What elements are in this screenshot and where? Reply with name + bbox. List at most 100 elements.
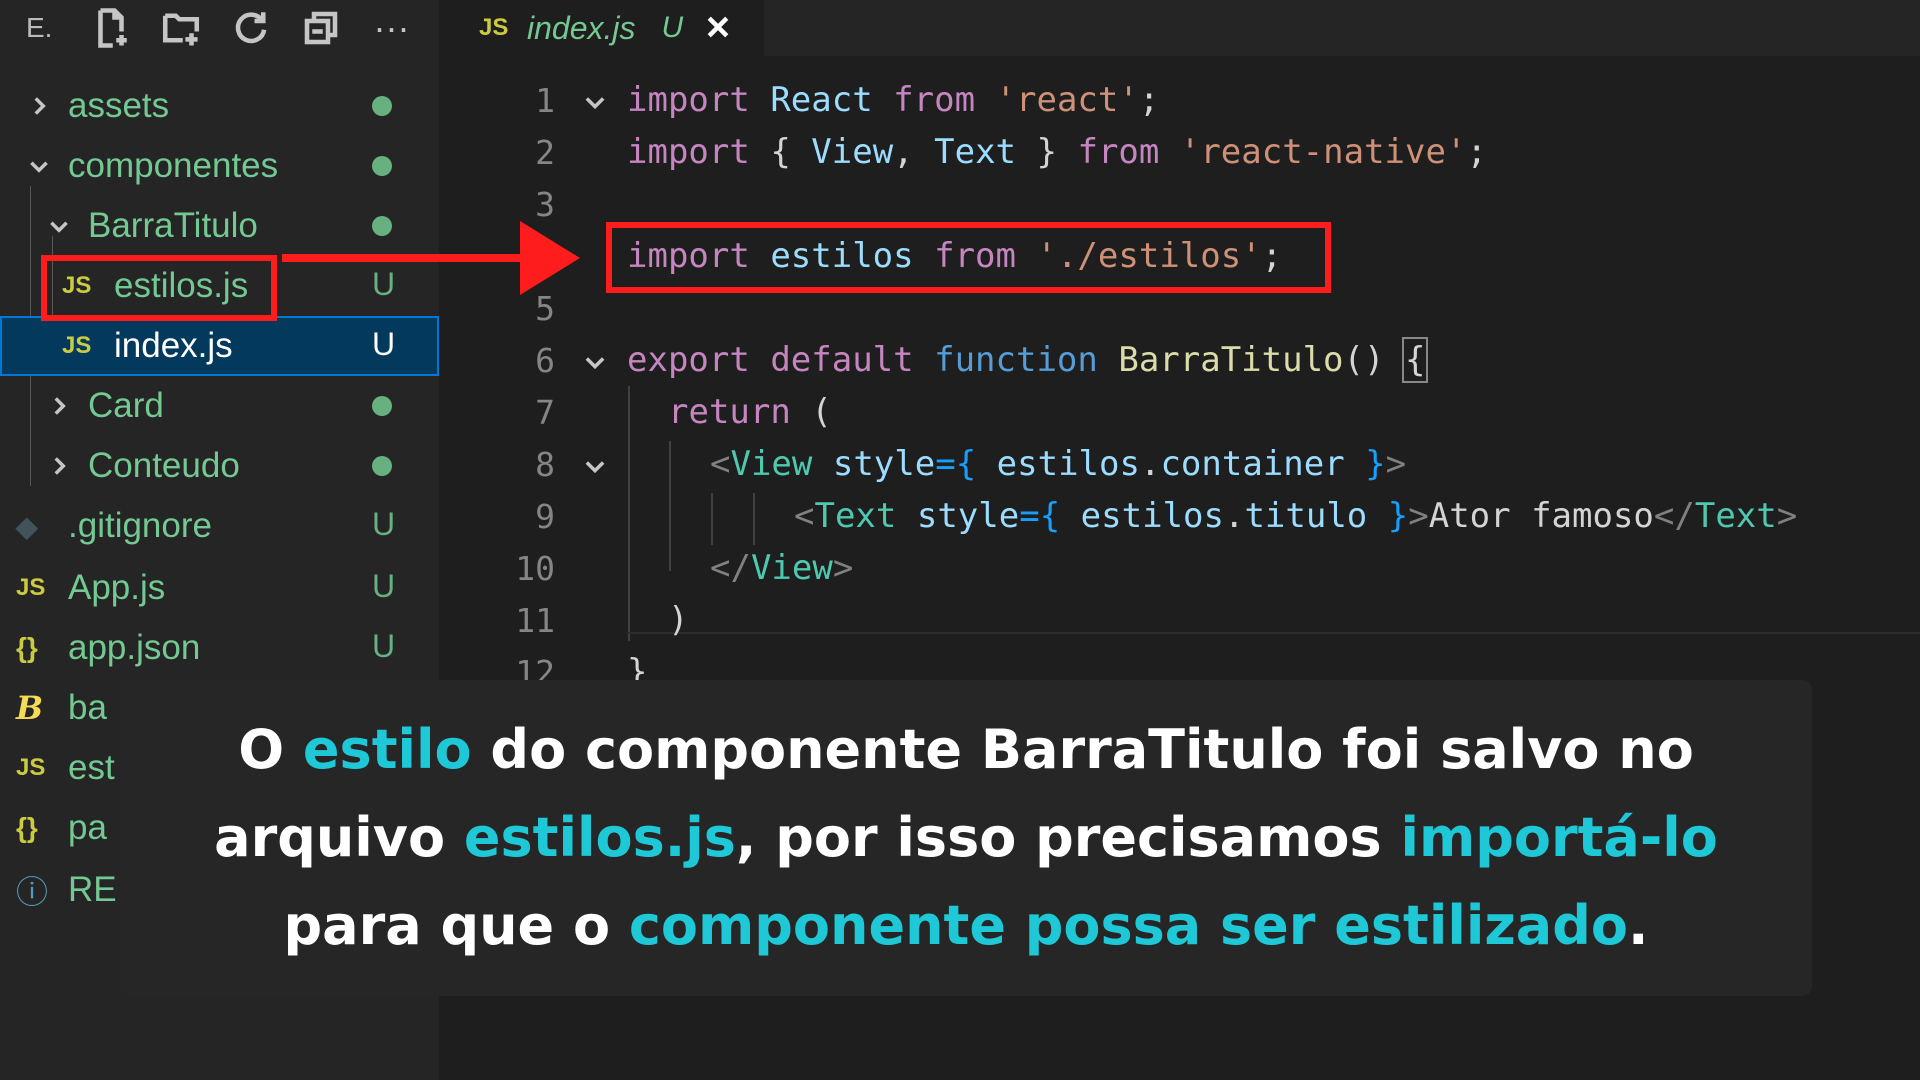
caption-text: do componente BarraTitulo foi salvo no	[471, 718, 1694, 781]
close-icon[interactable]	[703, 12, 735, 44]
refresh-icon[interactable]	[228, 5, 274, 51]
caption-line-3: para que o componente possa ser estiliza…	[284, 882, 1649, 970]
untracked-status: U	[372, 568, 396, 604]
more-actions-icon[interactable]: ···	[368, 5, 414, 51]
modified-dot-icon	[372, 456, 392, 476]
code-line-2: 2 import { View, Text } from 'react-nati…	[439, 126, 1920, 178]
javascript-file-icon: JS	[62, 332, 92, 359]
tree-item-label: RE	[68, 870, 117, 909]
highlight-box-estilos-file	[41, 255, 277, 321]
tree-item-label: componentes	[68, 146, 279, 185]
new-folder-icon[interactable]	[158, 5, 204, 51]
tutorial-caption: O estilo do componente BarraTitulo foi s…	[120, 680, 1812, 996]
code-text: <Text style={ estilos.titulo }>Ator famo…	[794, 496, 1798, 536]
line-number: 2	[535, 132, 555, 172]
code-line-6: 6 export default function BarraTitulo() …	[439, 334, 1920, 386]
caption-text: .	[1627, 894, 1649, 957]
caption-text: para que o	[283, 894, 629, 957]
javascript-file-icon: JS	[16, 574, 46, 601]
caption-highlight: estilos.js	[463, 806, 736, 869]
modified-dot-icon	[372, 396, 392, 416]
tree-file-index-js[interactable]: JS index.js U	[0, 316, 439, 376]
line-number: 11	[515, 600, 555, 640]
modified-dot-icon	[372, 96, 392, 116]
code-line-10: 10 </View>	[439, 542, 1920, 594]
highlight-box-import-line	[606, 222, 1331, 293]
code-line-8: 8 <View style={ estilos.container }>	[439, 438, 1920, 490]
chevron-right-icon	[44, 391, 74, 421]
modified-dot-icon	[372, 216, 392, 236]
json-file-icon: {}	[16, 632, 38, 663]
fold-chevron-icon[interactable]	[581, 345, 611, 375]
code-text: import React from 'react';	[627, 80, 1160, 120]
code-line-7: 7 return (	[439, 386, 1920, 438]
tree-item-label: App.js	[68, 568, 166, 607]
line-number: 8	[535, 444, 555, 484]
code-editor[interactable]: 1 import React from 'react'; 2 import { …	[439, 56, 1920, 692]
caption-highlight: componente possa ser estilizado	[628, 894, 1628, 957]
modified-dot-icon	[372, 156, 392, 176]
tree-folder-barratitulo[interactable]: BarraTitulo	[0, 196, 439, 256]
code-text: export default function BarraTitulo() {	[627, 337, 1429, 383]
caption-highlight: estilo	[302, 718, 472, 781]
tree-item-label: app.json	[68, 628, 201, 667]
line-number: 1	[535, 80, 555, 120]
caption-text: , por isso precisamos	[735, 806, 1401, 869]
chevron-right-icon	[24, 91, 54, 121]
tree-item-label: Conteudo	[88, 446, 240, 485]
chevron-right-icon	[44, 451, 74, 481]
babel-file-icon: B	[16, 689, 44, 727]
tree-folder-componentes[interactable]: componentes	[0, 136, 439, 196]
code-text: import { View, Text } from 'react-native…	[627, 132, 1487, 172]
untracked-status: U	[372, 266, 396, 302]
code-text: return (	[668, 392, 832, 432]
git-file-icon: ◆	[16, 510, 38, 542]
code-text: </View>	[710, 548, 854, 588]
tab-untracked-status: U	[661, 11, 684, 44]
tree-item-label: Card	[88, 386, 164, 425]
json-file-icon: {}	[16, 812, 38, 843]
explorer-toolbar: E. ···	[0, 0, 439, 56]
tree-file-gitignore[interactable]: ◆ .gitignore U	[0, 496, 439, 556]
caption-line-1: O estilo do componente BarraTitulo foi s…	[238, 706, 1694, 794]
tab-index-js[interactable]: JS index.js U	[439, 0, 764, 56]
caption-text: arquivo	[214, 806, 464, 869]
line-number: 10	[515, 548, 555, 588]
arrow-shaft	[282, 254, 544, 262]
explorer-title: E.	[26, 12, 53, 43]
tree-item-label: est	[68, 748, 115, 787]
tree-item-label: pa	[68, 808, 107, 847]
code-line-1: 1 import React from 'react';	[439, 74, 1920, 126]
arrow-right-icon	[520, 221, 580, 295]
fold-chevron-icon[interactable]	[581, 449, 611, 479]
javascript-file-icon: JS	[479, 14, 509, 41]
tree-folder-conteudo[interactable]: Conteudo	[0, 436, 439, 496]
fold-chevron-icon[interactable]	[581, 85, 611, 115]
tab-label: index.js	[527, 9, 636, 46]
untracked-status: U	[372, 506, 396, 542]
code-text: )	[668, 600, 689, 640]
line-number: 6	[535, 340, 555, 380]
collapse-all-icon[interactable]	[298, 5, 344, 51]
tree-folder-card[interactable]: Card	[0, 376, 439, 436]
tree-file-app-json[interactable]: {} app.json U	[0, 618, 439, 678]
javascript-file-icon: JS	[16, 754, 46, 781]
info-icon: ⓘ	[16, 874, 49, 910]
line-number: 7	[535, 392, 555, 432]
tree-item-label: BarraTitulo	[88, 206, 258, 245]
chevron-down-icon	[24, 151, 54, 181]
chevron-down-icon	[44, 211, 74, 241]
editor-tabbar: JS index.js U	[439, 0, 1920, 56]
tree-item-label: ba	[68, 688, 107, 727]
new-file-icon[interactable]	[88, 5, 134, 51]
caption-line-2: arquivo estilos.js, por isso precisamos …	[214, 794, 1718, 882]
tree-file-app-js[interactable]: JS App.js U	[0, 558, 439, 618]
tree-item-label: assets	[68, 86, 170, 125]
caption-highlight: importá-lo	[1400, 806, 1718, 869]
tree-item-label: index.js	[114, 326, 233, 365]
tree-folder-assets[interactable]: assets	[0, 76, 439, 136]
untracked-status: U	[372, 628, 396, 664]
untracked-status: U	[372, 326, 396, 362]
line-number: 3	[535, 184, 555, 224]
caption-text: O	[238, 718, 303, 781]
